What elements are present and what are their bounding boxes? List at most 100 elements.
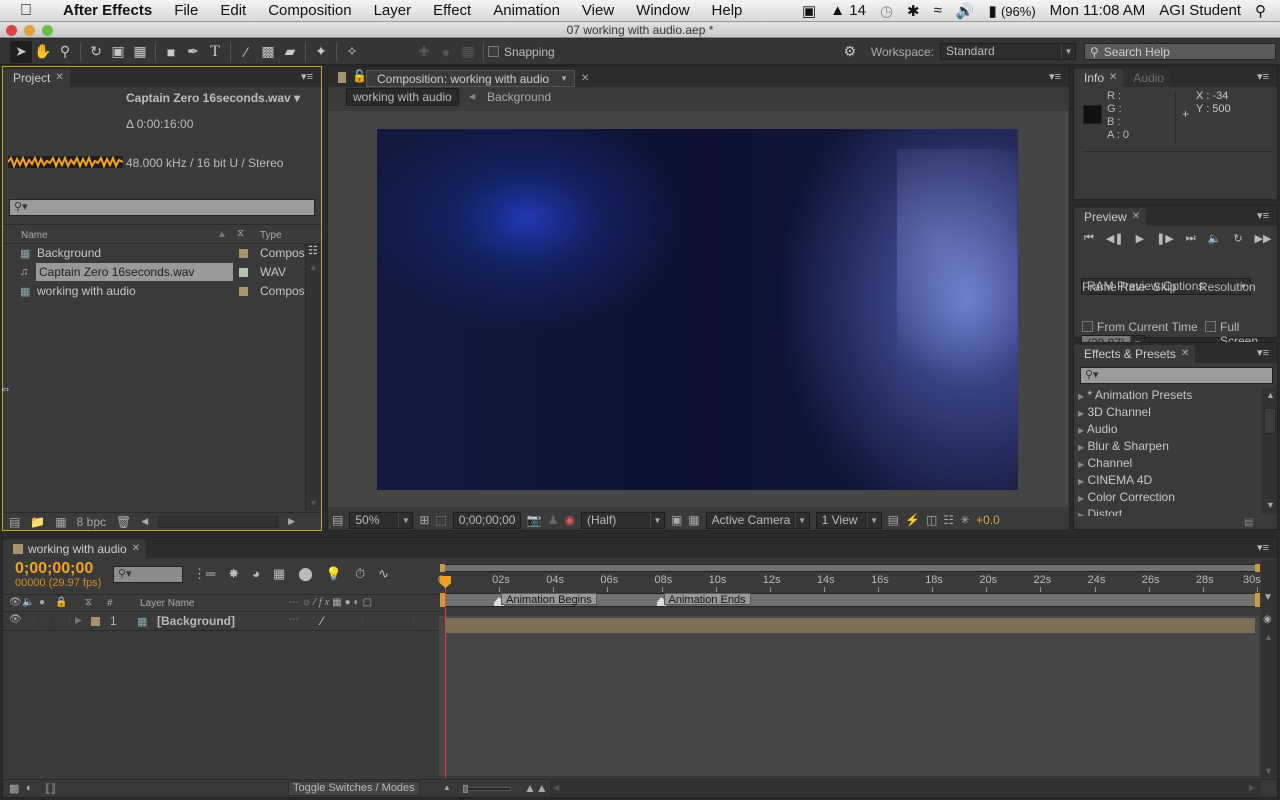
expand-arrow-icon[interactable]: ▶: [1078, 426, 1084, 435]
first-frame-icon[interactable]: ⏮: [1084, 232, 1094, 245]
time-ruler[interactable]: 0s02s04s06s08s10s12s14s16s18s20s22s24s26…: [438, 574, 1261, 592]
panel-menu-icon[interactable]: ▾≡: [1049, 70, 1061, 83]
navigator-end-handle[interactable]: [1255, 564, 1260, 572]
effects-category[interactable]: ▶ Distort: [1078, 507, 1122, 516]
tab-preview[interactable]: Preview ✕: [1074, 208, 1147, 226]
label-tag-icon[interactable]: ⧖: [85, 597, 92, 608]
scroll-down-icon[interactable]: ▼: [1266, 500, 1275, 510]
hand-tool-icon[interactable]: ✋: [32, 41, 54, 63]
axis-mode-view-icon[interactable]: ▦: [457, 41, 479, 63]
effects-category[interactable]: ▶ CINEMA 4D: [1078, 473, 1152, 490]
comp-marker-label[interactable]: Animation Begins: [501, 593, 597, 606]
project-item[interactable]: ▦ working with audio Compos: [3, 282, 305, 301]
zoom-window-button[interactable]: [42, 25, 53, 36]
comp-button-icon[interactable]: ◉: [1263, 614, 1272, 625]
scroll-up-icon[interactable]: ▲: [1264, 632, 1273, 642]
tab-project[interactable]: Project ✕: [3, 69, 70, 87]
axis-mode-world-icon[interactable]: ●: [435, 41, 457, 63]
new-preset-icon[interactable]: ▤: [1244, 517, 1253, 528]
close-icon[interactable]: ✕: [581, 73, 589, 84]
screen-record-icon[interactable]: ▣: [802, 2, 816, 20]
axis-mode-local-icon[interactable]: ✚: [413, 41, 435, 63]
workspace-settings-icon[interactable]: ⚙: [839, 41, 861, 63]
flowchart-icon[interactable]: ☷: [308, 244, 318, 257]
expand-arrow-icon[interactable]: ▶: [1078, 494, 1084, 503]
region-of-interest-icon[interactable]: ⬚: [435, 513, 446, 527]
label-tag-icon[interactable]: ⧖: [237, 228, 244, 239]
layer-duration-bar[interactable]: [445, 618, 1255, 633]
column-header-layer-name[interactable]: Layer Name: [140, 598, 194, 609]
minimize-window-button[interactable]: [24, 25, 35, 36]
tab-composition[interactable]: Composition: working with audio ▼: [366, 70, 576, 88]
eraser-tool-icon[interactable]: ▰: [279, 41, 301, 63]
draft-3d-icon[interactable]: ✸: [228, 566, 239, 582]
column-header-name[interactable]: Name: [21, 230, 48, 241]
lock-toggle[interactable]: [53, 615, 67, 628]
scroll-thumb[interactable]: [1264, 408, 1276, 434]
horizontal-scrollbar[interactable]: [158, 515, 279, 528]
solo-icon[interactable]: ●: [39, 597, 45, 608]
new-composition-icon[interactable]: ▦: [55, 515, 66, 529]
full-screen-checkbox[interactable]: [1205, 321, 1216, 332]
label-color-swatch[interactable]: [239, 287, 248, 296]
ram-preview-icon[interactable]: ▶▶: [1255, 232, 1272, 245]
time-zoom-slider-thumb[interactable]: [463, 785, 468, 793]
effects-category[interactable]: ▶ Color Correction: [1078, 490, 1175, 507]
expand-arrow-icon[interactable]: ▶: [75, 615, 82, 626]
snapping-checkbox[interactable]: [488, 46, 499, 57]
time-machine-icon[interactable]: ◷: [880, 2, 893, 20]
scroll-left-icon[interactable]: ◀: [553, 783, 559, 792]
exposure-value[interactable]: +0.0: [976, 513, 1000, 527]
rotation-tool-icon[interactable]: ↻: [85, 41, 107, 63]
from-current-time-checkbox[interactable]: [1082, 321, 1093, 332]
effects-category[interactable]: ▶ Audio: [1078, 422, 1118, 439]
layer-label-swatch[interactable]: [91, 617, 100, 626]
play-icon[interactable]: ▶: [1136, 232, 1144, 245]
fast-preview-renderer-icon[interactable]: ⚡: [905, 513, 920, 527]
menu-view[interactable]: View: [571, 2, 625, 19]
timeline-current-time[interactable]: 0;00;00;00: [15, 560, 93, 578]
scroll-right-icon[interactable]: ▶: [288, 516, 295, 527]
expand-arrow-icon[interactable]: ▶: [1078, 409, 1084, 418]
label-color-swatch[interactable]: [239, 249, 248, 258]
user-name[interactable]: AGI Student: [1159, 2, 1241, 19]
scroll-right-icon[interactable]: ▶: [1249, 783, 1255, 792]
composition-frame[interactable]: [377, 129, 1018, 490]
comp-marker-label[interactable]: Animation Ends: [663, 593, 751, 606]
timeline-horizontal-scrollbar[interactable]: ◀ ▶: [550, 781, 1260, 796]
lock-icon[interactable]: 🔒: [55, 597, 67, 608]
close-window-button[interactable]: [6, 25, 17, 36]
camera-view-dropdown[interactable]: Active Camera ▼: [705, 511, 810, 529]
close-icon[interactable]: ✕: [1181, 345, 1189, 363]
solo-toggle[interactable]: [38, 615, 52, 628]
current-time-display[interactable]: 0;00;00;00: [452, 511, 521, 529]
effects-search-input[interactable]: ⚲▾: [1080, 367, 1273, 384]
project-scrollbar[interactable]: ☷ ▲ ▼: [305, 244, 321, 511]
trash-icon[interactable]: 🗑: [116, 515, 131, 529]
chevron-down-icon[interactable]: ▼: [560, 70, 568, 88]
battery-status[interactable]: ▮ (96%): [989, 2, 1036, 20]
tab-effects-presets[interactable]: Effects & Presets ✕: [1074, 345, 1196, 363]
expand-arrow-icon[interactable]: ▶: [1078, 477, 1084, 486]
project-search-input[interactable]: ⚲▾: [9, 199, 315, 216]
close-icon[interactable]: ✕: [1109, 69, 1117, 87]
menu-effect[interactable]: Effect: [422, 2, 482, 19]
project-item[interactable]: ▦ Background Compos: [3, 244, 305, 263]
scroll-down-icon[interactable]: ▼: [309, 498, 318, 508]
panel-menu-icon[interactable]: ▾≡: [301, 70, 313, 83]
column-header-type[interactable]: Type: [260, 230, 282, 241]
visibility-eye-icon[interactable]: 👁: [9, 614, 22, 625]
zoom-out-icon[interactable]: ▲: [443, 783, 451, 792]
roto-brush-tool-icon[interactable]: ✦: [310, 41, 332, 63]
video-visibility-icon[interactable]: 👁: [9, 597, 22, 608]
frame-blending-icon[interactable]: ▦: [273, 566, 285, 582]
expand-arrow-icon[interactable]: ▶: [1078, 443, 1084, 452]
audio-icon[interactable]: 🔈: [22, 597, 34, 608]
pixel-aspect-icon[interactable]: ▤: [888, 513, 899, 527]
title-action-safe-icon[interactable]: ⊞: [419, 513, 429, 527]
breadcrumb-background[interactable]: Background: [487, 90, 551, 104]
layer-search-input[interactable]: ⚲▾: [113, 566, 183, 583]
menu-help[interactable]: Help: [701, 2, 754, 19]
quality-switch-icon[interactable]: ∕: [321, 614, 323, 628]
adobe-status[interactable]: ▲ 14: [830, 2, 866, 19]
